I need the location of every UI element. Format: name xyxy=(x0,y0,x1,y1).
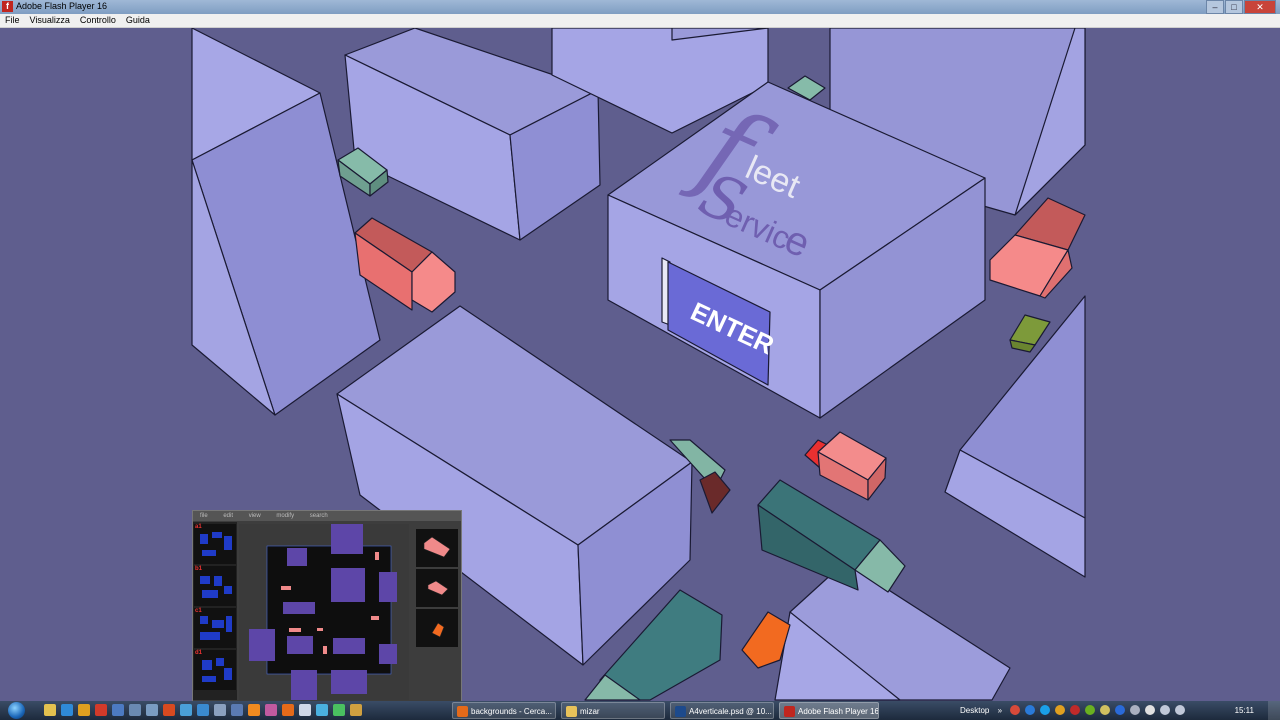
truck-red-right xyxy=(989,197,1086,299)
level-thumb-c1[interactable]: c1 xyxy=(194,608,236,648)
messenger-icon[interactable] xyxy=(316,704,328,716)
palette-truck-red[interactable] xyxy=(416,529,458,567)
tray-gmail-icon[interactable] xyxy=(1010,705,1020,715)
window-controls: – □ ✕ xyxy=(1206,0,1276,14)
firefox-task-icon xyxy=(457,706,468,717)
task-flash-player[interactable]: Adobe Flash Player 16 xyxy=(779,702,879,719)
desktop-toolbar-label[interactable]: Desktop » xyxy=(960,701,1002,720)
tray-nvidia-icon[interactable] xyxy=(1085,705,1095,715)
editor-menu-bar: file edit view modify search xyxy=(193,511,461,521)
tray-x-icon[interactable] xyxy=(1025,705,1035,715)
archive-icon[interactable] xyxy=(350,704,362,716)
ie-icon[interactable] xyxy=(61,704,73,716)
flash-stage[interactable]: f leet S ervic e ENTER file edit view mo… xyxy=(0,28,1280,701)
tray-acrobat-icon[interactable] xyxy=(1070,705,1080,715)
maximize-button[interactable]: □ xyxy=(1225,0,1243,14)
editor-menu-search[interactable]: search xyxy=(310,513,328,519)
palette-van-pink[interactable] xyxy=(416,569,458,607)
tray-volume-icon[interactable] xyxy=(1175,705,1185,715)
tray-skype-icon[interactable] xyxy=(1040,705,1050,715)
minimize-button[interactable]: – xyxy=(1206,0,1224,14)
menu-visualizza[interactable]: Visualizza xyxy=(25,14,75,27)
editor-menu-view[interactable]: view xyxy=(249,513,261,519)
title-bar: f Adobe Flash Player 16 – □ ✕ xyxy=(0,0,1280,14)
chevron-icon[interactable]: » xyxy=(998,706,1002,715)
display-icon[interactable] xyxy=(231,704,243,716)
menu-guida[interactable]: Guida xyxy=(121,14,155,27)
editor-menu-modify[interactable]: modify xyxy=(276,513,294,519)
editor-vehicle-palette xyxy=(416,529,460,649)
flash-task-icon xyxy=(784,706,795,717)
network-icon[interactable] xyxy=(129,704,141,716)
vlc-icon[interactable] xyxy=(248,704,260,716)
tray-tools-icon[interactable] xyxy=(1130,705,1140,715)
tray-folder-icon[interactable] xyxy=(1100,705,1110,715)
globe-icon[interactable] xyxy=(197,704,209,716)
tools-icon[interactable] xyxy=(146,704,158,716)
window-title: Adobe Flash Player 16 xyxy=(16,1,108,11)
level-thumb-d1[interactable]: d1 xyxy=(194,650,236,690)
menu-file[interactable]: File xyxy=(0,14,25,27)
tray-chrome-icon[interactable] xyxy=(1055,705,1065,715)
level-thumb-b1[interactable]: b1 xyxy=(194,566,236,606)
quick-launch xyxy=(44,704,362,716)
photo-icon[interactable] xyxy=(180,704,192,716)
level-editor-preview: file edit view modify search a1 b1 c1 d1 xyxy=(192,510,462,701)
tray-network-icon[interactable] xyxy=(1160,705,1170,715)
editor-menu-edit[interactable]: edit xyxy=(223,513,233,519)
editor-map xyxy=(249,524,397,700)
folder-task-icon xyxy=(566,706,577,717)
task-mizar[interactable]: mizar xyxy=(561,702,665,719)
windows-orb-icon xyxy=(8,702,25,719)
flash-app-icon: f xyxy=(2,1,13,12)
task-firefox[interactable]: backgrounds - Cerca... xyxy=(452,702,556,719)
opera-icon[interactable] xyxy=(95,704,107,716)
taskbar: backgrounds - Cerca... mizar A4verticale… xyxy=(0,701,1280,720)
truck-red-center xyxy=(804,431,887,501)
chrome-icon[interactable] xyxy=(78,704,90,716)
start-button[interactable] xyxy=(2,701,32,720)
level-thumb-a1[interactable]: a1 xyxy=(194,524,236,564)
system-tray: Desktop » 15:11 xyxy=(960,701,1280,720)
truck-teal-center xyxy=(757,479,906,593)
explorer-icon[interactable] xyxy=(44,704,56,716)
firefox-icon[interactable] xyxy=(282,704,294,716)
tray-bluetooth-icon[interactable] xyxy=(1115,705,1125,715)
flash-icon[interactable] xyxy=(163,704,175,716)
settings-icon[interactable] xyxy=(214,704,226,716)
editor-level-list: a1 b1 c1 d1 xyxy=(193,522,237,700)
editor-menu-file[interactable]: file xyxy=(200,513,208,519)
task-photoshop[interactable]: A4verticale.psd @ 10... xyxy=(670,702,774,719)
monitor-icon[interactable] xyxy=(112,704,124,716)
tray-icons xyxy=(1010,705,1185,715)
menu-controllo[interactable]: Controllo xyxy=(75,14,121,27)
editor-map-canvas[interactable] xyxy=(239,524,409,700)
show-desktop-button[interactable] xyxy=(1268,701,1280,720)
phone-icon[interactable] xyxy=(333,704,345,716)
menu-bar: File Visualizza Controllo Guida xyxy=(0,14,1280,28)
tray-flag-icon[interactable] xyxy=(1145,705,1155,715)
document-icon[interactable] xyxy=(299,704,311,716)
clock[interactable]: 15:11 xyxy=(1235,701,1254,720)
photoshop-task-icon xyxy=(675,706,686,717)
palette-car-orange[interactable] xyxy=(416,609,458,647)
close-button[interactable]: ✕ xyxy=(1244,0,1276,14)
music-icon[interactable] xyxy=(265,704,277,716)
